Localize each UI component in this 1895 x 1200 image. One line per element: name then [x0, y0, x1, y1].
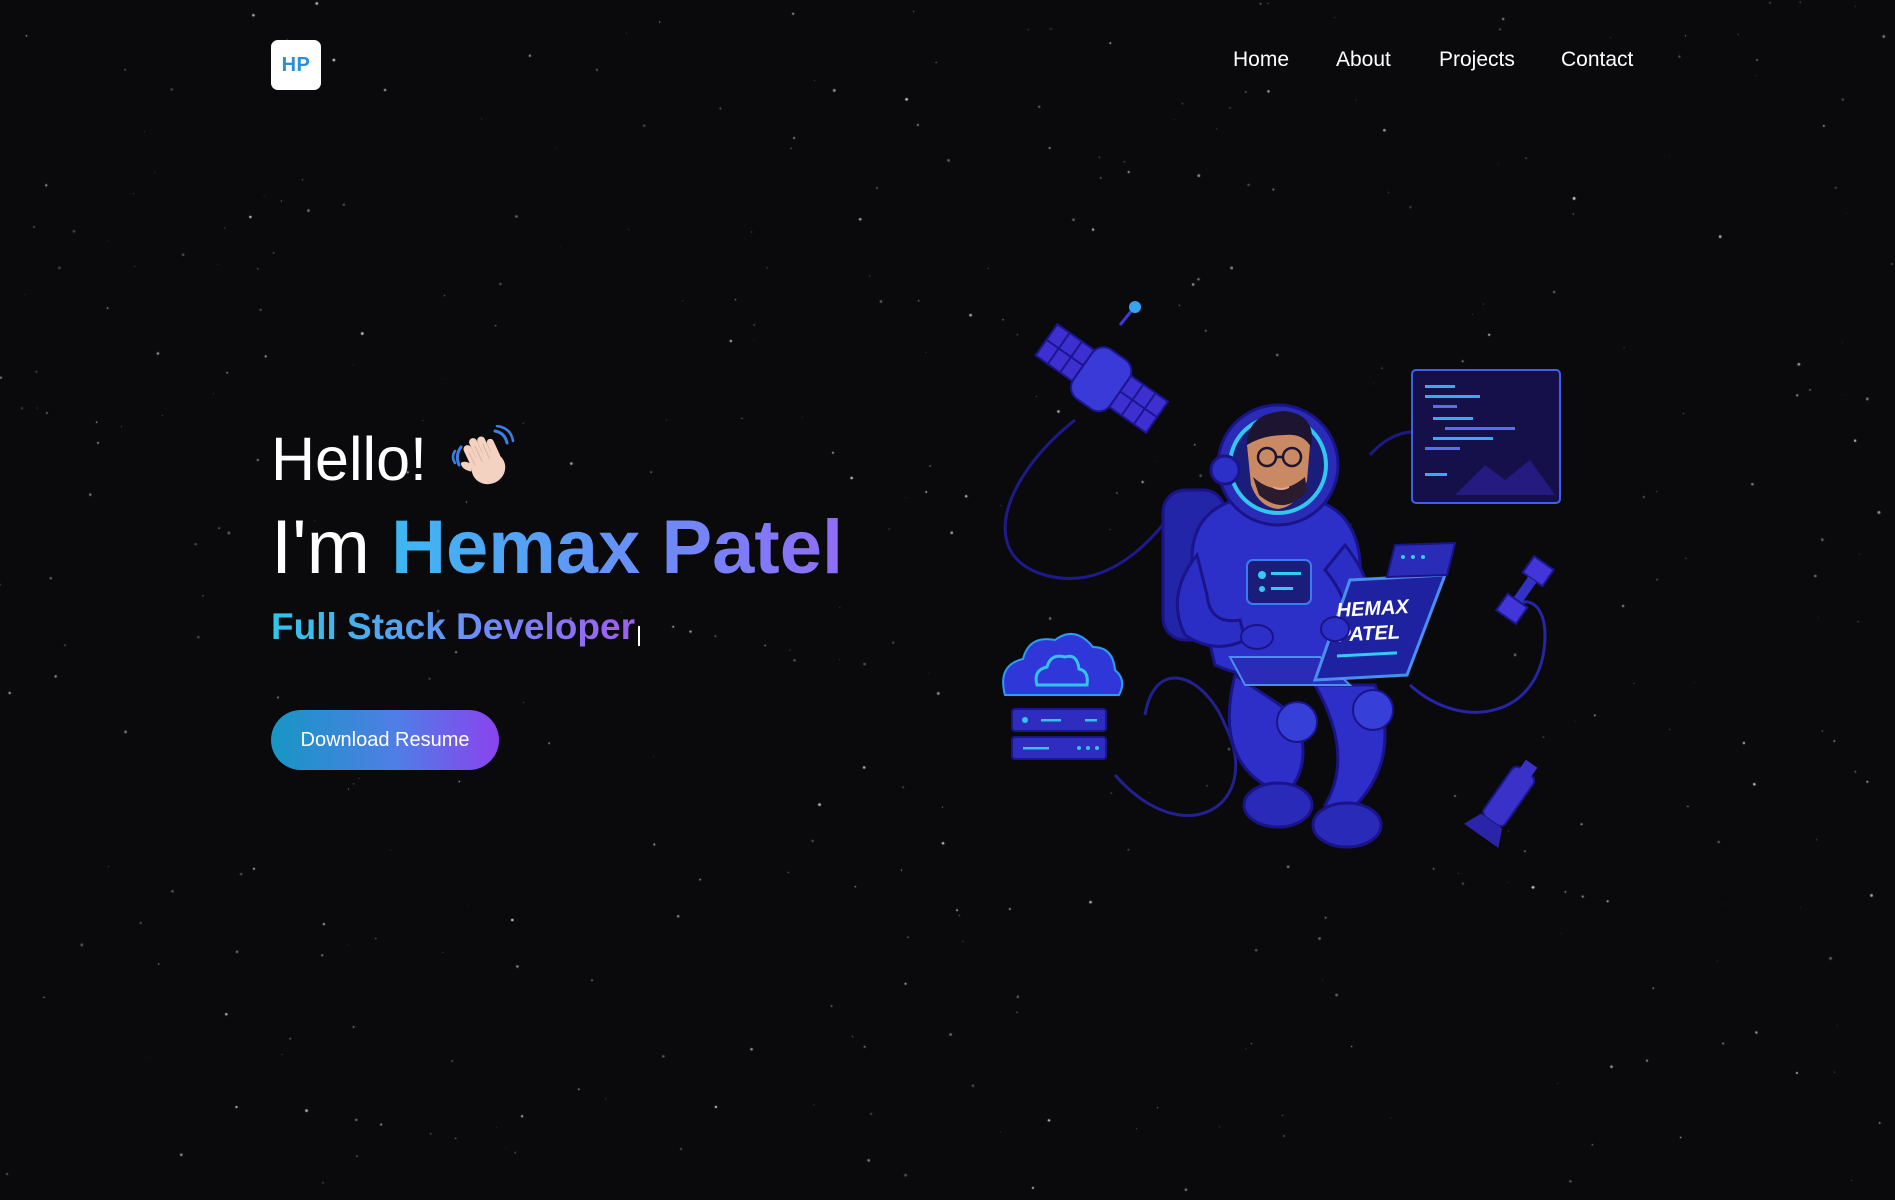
role-line: Full Stack Developer [271, 604, 640, 650]
tether-cable [1113, 676, 1238, 817]
server-rack [1011, 708, 1107, 760]
astronaut-illustration: HEMAX PATEL [1002, 301, 1561, 849]
hero-name: Hemax Patel [391, 505, 844, 590]
laptop-label-line1: HEMAX [1336, 596, 1411, 622]
nav-contact[interactable]: Contact [1561, 47, 1633, 73]
logo-text: HP [281, 53, 311, 76]
page: HP Home About Projects Contact Hello! I'… [0, 0, 1895, 1200]
nav-about[interactable]: About [1336, 47, 1391, 73]
small-satellite-icon [1494, 554, 1556, 626]
download-resume-button[interactable]: Download Resume [271, 710, 499, 770]
nav-home[interactable]: Home [1233, 47, 1289, 73]
typing-caret [637, 626, 640, 646]
tether-cable [1408, 600, 1547, 714]
role-text: Full Stack Developer [271, 604, 635, 650]
code-panel [1411, 369, 1561, 504]
intro-prefix: I'm [271, 505, 370, 590]
greeting-text: Hello! [271, 425, 427, 493]
intro-heading: I'm Hemax Patel [271, 505, 843, 591]
tether-cable [1003, 418, 1187, 580]
nav-projects[interactable]: Projects [1439, 47, 1515, 73]
greeting: Hello! [271, 424, 519, 494]
waving-hand-icon [451, 424, 519, 493]
cloud-icon [1002, 632, 1124, 696]
satellite-icon [1034, 301, 1170, 435]
logo-link[interactable]: HP [271, 40, 321, 90]
rocket-icon [1463, 759, 1538, 848]
